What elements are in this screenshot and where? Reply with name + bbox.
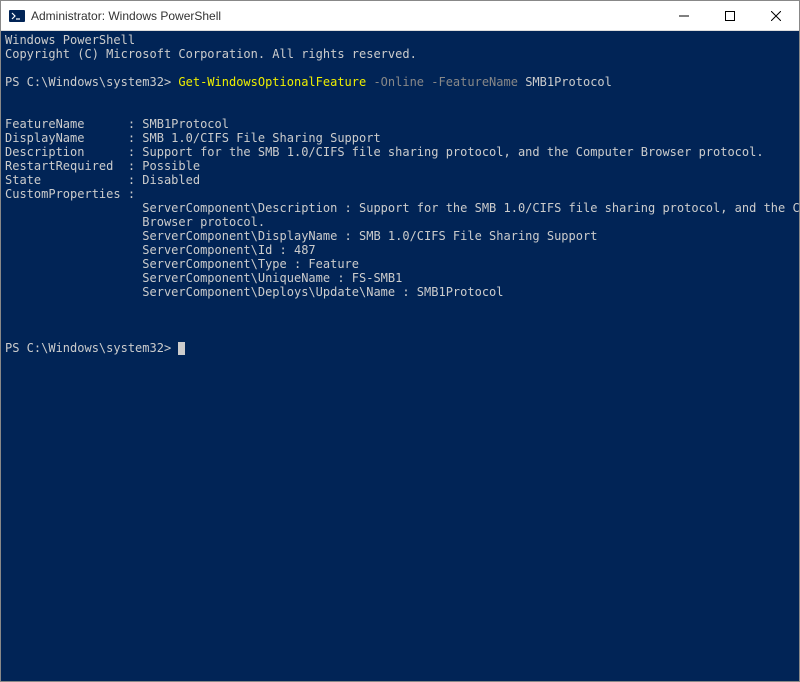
output-restart-required: RestartRequired : Possible — [5, 159, 200, 173]
output-cp-deploys: ServerComponent\Deploys\Update\Name : SM… — [5, 285, 504, 299]
cmdlet-name: Get-WindowsOptionalFeature — [178, 75, 366, 89]
command-line-1: PS C:\Windows\system32> Get-WindowsOptio… — [5, 75, 612, 89]
close-button[interactable] — [753, 1, 799, 30]
output-cp-uniquename: ServerComponent\UniqueName : FS-SMB1 — [5, 271, 402, 285]
cursor — [178, 342, 185, 355]
prompt-1: PS C:\Windows\system32> — [5, 75, 178, 89]
output-custom-properties: CustomProperties : — [5, 187, 135, 201]
console-area[interactable]: Windows PowerShell Copyright (C) Microso… — [1, 31, 799, 681]
output-display-name: DisplayName : SMB 1.0/CIFS File Sharing … — [5, 131, 381, 145]
command-line-2: PS C:\Windows\system32> — [5, 341, 185, 355]
output-cp-description-cont: Browser protocol. — [5, 215, 265, 229]
output-cp-id: ServerComponent\Id : 487 — [5, 243, 316, 257]
titlebar[interactable]: Administrator: Windows PowerShell — [1, 1, 799, 31]
output-cp-description: ServerComponent\Description : Support fo… — [5, 201, 799, 215]
window-title: Administrator: Windows PowerShell — [31, 9, 661, 23]
header-line-2: Copyright (C) Microsoft Corporation. All… — [5, 47, 417, 61]
output-state: State : Disabled — [5, 173, 200, 187]
cmdlet-arg: SMB1Protocol — [525, 75, 612, 89]
output-description: Description : Support for the SMB 1.0/CI… — [5, 145, 764, 159]
output-cp-type: ServerComponent\Type : Feature — [5, 257, 359, 271]
powershell-icon — [9, 8, 25, 24]
output-feature-name: FeatureName : SMB1Protocol — [5, 117, 229, 131]
minimize-button[interactable] — [661, 1, 707, 30]
maximize-button[interactable] — [707, 1, 753, 30]
cmdlet-params: -Online -FeatureName — [366, 75, 525, 89]
powershell-window: Administrator: Windows PowerShell Window… — [0, 0, 800, 682]
header-line-1: Windows PowerShell — [5, 33, 135, 47]
output-cp-displayname: ServerComponent\DisplayName : SMB 1.0/CI… — [5, 229, 597, 243]
prompt-2: PS C:\Windows\system32> — [5, 341, 178, 355]
window-controls — [661, 1, 799, 30]
